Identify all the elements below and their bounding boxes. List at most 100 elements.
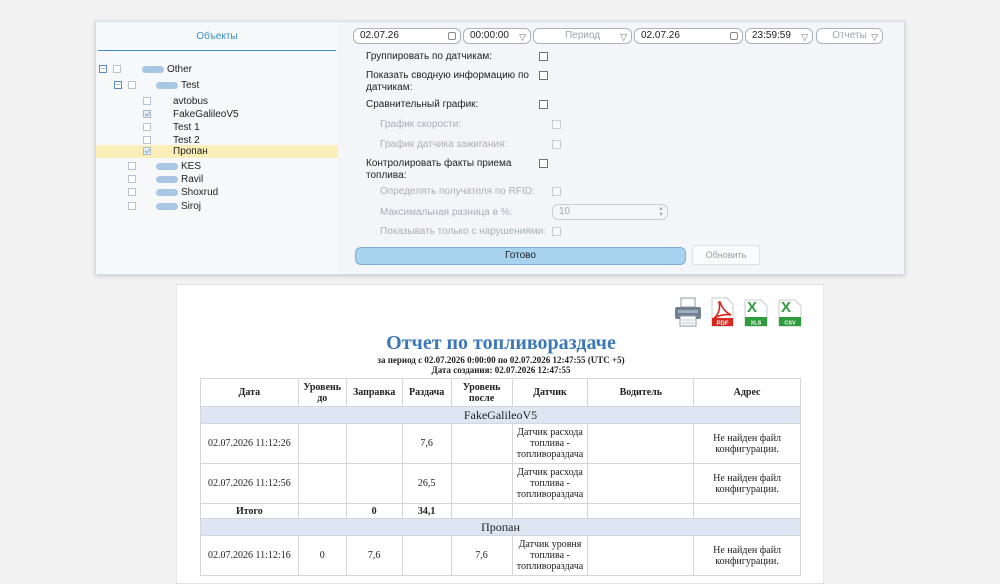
svg-text:X: X [781, 299, 791, 316]
report-period: за период с 02.07.2026 0:00:00 по 02.07.… [377, 355, 625, 365]
tree-checkbox[interactable] [143, 147, 151, 155]
violations-only-label: Показывать только с нарушениями: [380, 226, 547, 237]
tree-checkbox[interactable] [143, 110, 151, 118]
column-header: Уровень до [297, 378, 347, 407]
chevron-down-icon[interactable]: ▽ [871, 30, 878, 44]
date-to-field[interactable]: 02.07.26 [634, 28, 743, 44]
table-cell: 7,6 [401, 423, 452, 464]
table-cell: 0 [345, 503, 403, 519]
refresh-button[interactable]: Обновить [692, 245, 760, 265]
tree-item-other[interactable]: − Other [96, 63, 338, 76]
summary-checkbox[interactable] [539, 71, 548, 80]
tree-checkbox[interactable] [128, 202, 136, 210]
tree-checkbox[interactable] [143, 123, 151, 131]
column-header: Заправка [345, 378, 403, 407]
tree-item-siroj[interactable]: Siroj [96, 200, 338, 213]
table-cell: Датчик расхода топлива - топливораздача [511, 463, 589, 504]
tree-item-test1[interactable]: Test 1 [96, 121, 338, 134]
svg-text:PDF: PDF [717, 321, 729, 327]
table-cell [693, 503, 801, 519]
table-row: 02.07.2026 11:12:16 0 7,6 7,6 Датчик уро… [200, 535, 801, 576]
table-cell [297, 463, 347, 504]
collapse-icon[interactable]: − [114, 81, 122, 89]
speed-chart-checkbox[interactable] [552, 120, 561, 129]
table-cell [587, 463, 695, 504]
tree-item-label: Test 1 [173, 122, 200, 133]
time-from-value: 00:00:00 [470, 30, 509, 41]
tree-checkbox[interactable] [128, 188, 136, 196]
compare-chart-checkbox[interactable] [539, 100, 548, 109]
tree-checkbox[interactable] [128, 81, 136, 89]
rfid-receiver-label: Определять получателя по RFID: [380, 186, 535, 197]
tree-checkbox[interactable] [143, 97, 151, 105]
tree-checkbox[interactable] [143, 136, 151, 144]
table-cell [401, 535, 452, 576]
group-badge [156, 189, 178, 196]
printer-icon[interactable] [673, 296, 703, 328]
svg-text:X: X [747, 299, 757, 316]
date-from-field[interactable]: 02.07.26 [353, 28, 461, 44]
table-cell: Не найден файл конфигурации. [693, 423, 801, 464]
date-from-value: 02.07.26 [360, 30, 399, 41]
pdf-icon[interactable]: PDF [707, 296, 737, 328]
time-to-value: 23:59:59 [752, 30, 791, 41]
calendar-icon[interactable] [730, 32, 738, 40]
chevron-down-icon[interactable]: ▽ [519, 30, 526, 44]
table-cell [587, 503, 695, 519]
period-select[interactable]: Период ▽ [533, 28, 632, 44]
period-placeholder: Период [564, 30, 601, 41]
table-cell: 34,1 [401, 503, 452, 519]
tree-item-kes[interactable]: KES [96, 160, 338, 173]
table-cell [297, 503, 347, 519]
max-diff-input[interactable]: 10 ▲ ▼ [552, 204, 668, 220]
csv-icon[interactable]: X CSV [775, 296, 805, 328]
rfid-receiver-checkbox[interactable] [552, 187, 561, 196]
table-header-row: Дата Уровень до Заправка Раздача Уровень… [200, 378, 801, 407]
stepper-icon[interactable]: ▲ ▼ [658, 206, 664, 218]
collapse-icon[interactable]: − [99, 65, 107, 73]
table-cell: 0 [297, 535, 347, 576]
group-by-sensors-checkbox[interactable] [539, 52, 548, 61]
time-to-field[interactable]: 23:59:59 ▽ [745, 28, 813, 44]
column-header: Датчик [511, 378, 589, 407]
control-fuel-checkbox[interactable] [539, 159, 548, 168]
calendar-icon[interactable] [448, 32, 456, 40]
violations-only-checkbox[interactable] [552, 227, 561, 236]
ready-button[interactable]: Готово [355, 247, 686, 265]
xls-icon[interactable]: X XLS [741, 296, 771, 328]
table-cell [345, 423, 403, 464]
chevron-down-icon[interactable]: ▽ [801, 30, 808, 44]
export-toolbar: PDF X XLS X CSV [673, 296, 809, 328]
reports-select[interactable]: Отчеты ▽ [816, 28, 883, 44]
svg-text:CSV: CSV [784, 321, 796, 327]
group-name: Пропан [200, 518, 801, 536]
report-options-pane: 02.07.26 00:00:00 ▽ Период ▽ 02.07.26 23… [342, 22, 904, 274]
tree-item-label: Siroj [181, 201, 202, 212]
total-row: Итого 0 34,1 [200, 503, 801, 519]
tree-checkbox[interactable] [113, 65, 121, 73]
column-header: Дата [200, 378, 299, 407]
time-from-field[interactable]: 00:00:00 ▽ [463, 28, 531, 44]
tree-item-ravil[interactable]: Ravil [96, 173, 338, 186]
tree-checkbox[interactable] [128, 162, 136, 170]
column-header: Уровень после [450, 378, 513, 407]
tab-objects[interactable]: Объекты [98, 22, 336, 51]
tree-item-test[interactable]: − Test [96, 79, 338, 92]
table-cell: 7,6 [345, 535, 403, 576]
control-fuel-label: Контролировать факты приема топлива: [366, 158, 512, 181]
column-header: Адрес [693, 378, 801, 407]
tree-item-label: KES [181, 161, 202, 172]
tree-item-fakegalileov5[interactable]: FakeGalileoV5 [96, 108, 338, 121]
tree-item-shoxrud[interactable]: Shoxrud [96, 186, 338, 199]
group-badge [142, 66, 164, 73]
tree-item-avtobus[interactable]: avtobus [96, 95, 338, 108]
compare-chart-label: Сравнительный график: [366, 99, 479, 110]
table-cell [511, 503, 589, 519]
tree-item-propan[interactable]: Пропан [96, 145, 338, 158]
table-cell: 02.07.2026 11:12:26 [200, 423, 299, 464]
chevron-down-icon[interactable]: ▽ [620, 30, 627, 44]
reports-placeholder: Отчеты [832, 30, 867, 41]
ignition-chart-checkbox[interactable] [552, 140, 561, 149]
tree-checkbox[interactable] [128, 175, 136, 183]
report-title: Отчет по топливораздаче [386, 332, 616, 354]
